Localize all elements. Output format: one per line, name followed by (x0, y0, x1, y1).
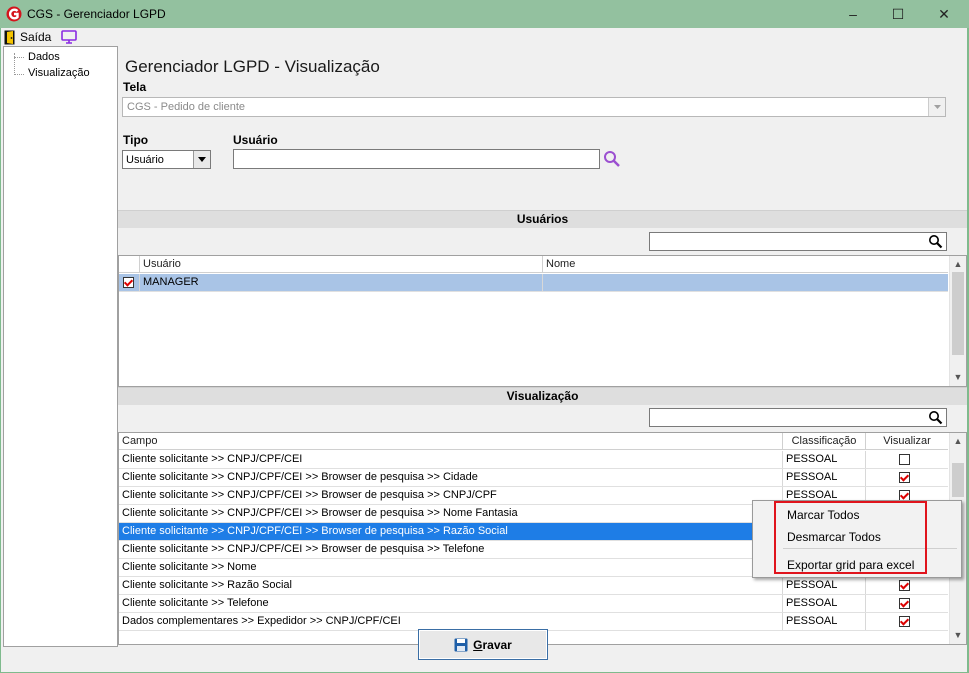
visualizar-cell[interactable] (866, 451, 948, 468)
column-header-visualizar[interactable]: Visualizar (866, 433, 948, 450)
chevron-down-icon (934, 105, 941, 109)
classificacao-cell: PESSOAL (783, 577, 866, 594)
table-row[interactable]: Cliente solicitante >> CNPJ/CPF/CEI PESSO… (119, 451, 948, 469)
campo-cell: Cliente solicitante >> CNPJ/CPF/CEI >> B… (119, 487, 783, 504)
usuario-cell: MANAGER (140, 274, 543, 291)
table-row[interactable]: Cliente solicitante >> Razão Social PESSO… (119, 577, 948, 595)
search-icon[interactable] (928, 234, 943, 249)
save-label-rest: ravar (482, 637, 512, 652)
tree-item-dados[interactable]: Dados (28, 51, 60, 63)
tipo-dropdown-button[interactable] (193, 151, 210, 168)
visualizar-checkbox[interactable] (899, 454, 910, 465)
save-label: Gravar (473, 638, 512, 652)
table-row[interactable]: Cliente solicitante >> Telefone PESSOAL (119, 595, 948, 613)
tela-label: Tela (123, 80, 147, 94)
window-title: CGS - Gerenciador LGPD (27, 7, 166, 21)
nome-cell (543, 274, 948, 291)
usuario-input[interactable] (233, 149, 600, 169)
tela-select-value: CGS - Pedido de cliente (127, 101, 246, 113)
tipo-select-value: Usuário (126, 154, 164, 166)
navigation-tree: Dados Visualização (3, 46, 118, 647)
classificacao-cell: PESSOAL (783, 451, 866, 468)
visualizar-checkbox[interactable] (899, 598, 910, 609)
visualizar-cell[interactable] (866, 595, 948, 612)
save-button[interactable]: Gravar (418, 629, 548, 660)
column-header-campo[interactable]: Campo (119, 433, 783, 450)
tree-item-visualizacao[interactable]: Visualização (28, 67, 90, 79)
campo-cell: Cliente solicitante >> CNPJ/CPF/CEI >> B… (119, 541, 783, 558)
highlight-annotation (774, 501, 927, 574)
floppy-disk-icon (454, 638, 468, 651)
visualizar-cell[interactable] (866, 577, 948, 594)
usuarios-scrollbar[interactable]: ▲ ▼ (949, 256, 966, 386)
search-icon[interactable] (928, 410, 943, 425)
column-header-nome[interactable]: Nome (543, 256, 948, 273)
app-window: CGS - Gerenciador LGPD – ☐ ✕ Saída Dados… (0, 0, 969, 673)
table-row[interactable]: Cliente solicitante >> CNPJ/CPF/CEI >> B… (119, 469, 948, 487)
tipo-select[interactable]: Usuário (122, 150, 211, 169)
tela-dropdown-button[interactable] (928, 98, 945, 116)
classificacao-cell: PESSOAL (783, 469, 866, 486)
visualizar-checkbox[interactable] (899, 616, 910, 627)
monitor-icon[interactable] (61, 30, 77, 44)
exit-button[interactable]: Saída (4, 29, 51, 45)
exit-label: Saída (20, 30, 52, 44)
visualizar-cell[interactable] (866, 469, 948, 486)
visualizar-checkbox[interactable] (899, 580, 910, 591)
campo-cell: Cliente solicitante >> CNPJ/CPF/CEI >> B… (119, 523, 783, 540)
menu-bar: Saída (1, 28, 967, 46)
maximize-button[interactable]: ☐ (875, 0, 921, 28)
classificacao-cell: PESSOAL (783, 595, 866, 612)
visualizar-cell[interactable] (866, 613, 948, 630)
scroll-down-icon[interactable]: ▼ (950, 627, 966, 643)
campo-cell: Cliente solicitante >> Nome (119, 559, 783, 576)
tree-connector (14, 74, 24, 75)
tela-select[interactable]: CGS - Pedido de cliente (122, 97, 946, 117)
minimize-button[interactable]: – (830, 0, 876, 28)
visualizar-checkbox[interactable] (899, 472, 910, 483)
visualizacao-section-header: Visualização (118, 387, 967, 405)
scroll-thumb[interactable] (952, 272, 964, 355)
classificacao-cell: PESSOAL (783, 613, 866, 630)
tree-connector (14, 57, 24, 58)
page-title: Gerenciador LGPD - Visualização (125, 57, 380, 76)
scroll-down-icon[interactable]: ▼ (950, 369, 966, 385)
row-checkbox-cell[interactable] (119, 274, 140, 291)
scroll-up-icon[interactable]: ▲ (950, 433, 966, 449)
chevron-down-icon (198, 157, 206, 162)
search-icon[interactable] (603, 150, 621, 168)
row-checkbox[interactable] (123, 277, 134, 288)
column-header-classificacao[interactable]: Classificação (783, 433, 866, 450)
campo-cell: Cliente solicitante >> CNPJ/CPF/CEI (119, 451, 783, 468)
table-row[interactable]: MANAGER (119, 274, 948, 292)
close-button[interactable]: ✕ (921, 0, 967, 28)
visualizacao-grid-header: Campo Classificação Visualizar (119, 433, 948, 450)
campo-cell: Cliente solicitante >> Razão Social (119, 577, 783, 594)
visualizacao-filter-input[interactable] (649, 408, 947, 427)
usuario-label: Usuário (233, 133, 278, 147)
campo-cell: Cliente solicitante >> CNPJ/CPF/CEI >> B… (119, 469, 783, 486)
usuarios-filter-input[interactable] (649, 232, 947, 251)
usuarios-grid-header: Usuário Nome (119, 256, 948, 273)
app-logo-icon (6, 6, 22, 22)
tipo-label: Tipo (123, 133, 149, 147)
title-bar[interactable]: CGS - Gerenciador LGPD – ☐ ✕ (0, 0, 969, 28)
campo-cell: Cliente solicitante >> Telefone (119, 595, 783, 612)
checkbox-column-header (119, 256, 140, 273)
exit-door-icon (4, 30, 15, 44)
scroll-up-icon[interactable]: ▲ (950, 256, 966, 272)
campo-cell: Dados complementares >> Expedidor >> CNP… (119, 613, 783, 630)
scroll-thumb[interactable] (952, 463, 964, 497)
usuarios-grid: Usuário Nome MANAGER ▲ ▼ (118, 255, 967, 387)
usuarios-section-header: Usuários (118, 210, 967, 228)
column-header-usuario[interactable]: Usuário (140, 256, 543, 273)
campo-cell: Cliente solicitante >> CNPJ/CPF/CEI >> B… (119, 505, 783, 522)
